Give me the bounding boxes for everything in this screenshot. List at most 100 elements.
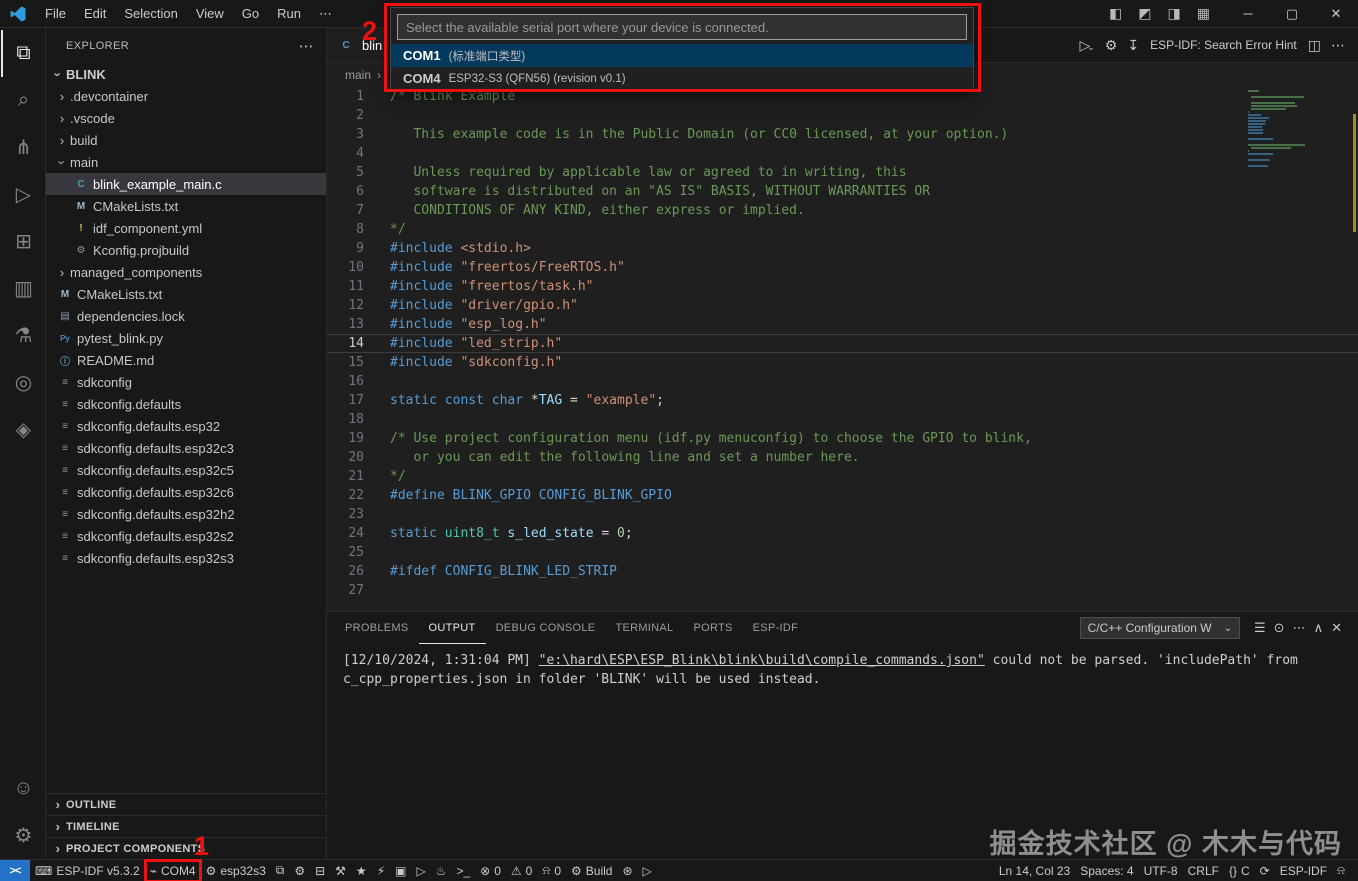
code-line[interactable]: 25 [327, 543, 1358, 562]
code-line[interactable]: 5 Unless required by applicable law or a… [327, 163, 1358, 182]
sidebar-section-outline[interactable]: ›OUTLINE [46, 793, 326, 815]
split-editor-icon[interactable]: ◫ [1303, 37, 1326, 54]
tree-folder-vscode[interactable]: ›.vscode [46, 107, 326, 129]
bell-count[interactable]: ⍾0 [537, 860, 566, 881]
indentation[interactable]: Spaces: 4 [1075, 860, 1138, 881]
warnings-count[interactable]: ⚠0 [506, 860, 537, 881]
flash-device[interactable]: ⚡ [372, 860, 390, 881]
tree-file-sdkconfig-defaults[interactable]: ≡sdkconfig.defaults [46, 393, 326, 415]
panel-tab-output[interactable]: OUTPUT [419, 612, 486, 644]
espressif-tools-icon[interactable]: ◈ [1, 406, 45, 453]
code-line[interactable]: 9#include <stdio.h> [327, 239, 1358, 258]
search-error-hint-button[interactable]: ESP-IDF: Search Error Hint [1144, 38, 1303, 52]
tree-file-sdkconfig-defaults-esp32c5[interactable]: ≡sdkconfig.defaults.esp32c5 [46, 459, 326, 481]
espidf-version[interactable]: ⌨ESP-IDF v5.3.2 [30, 860, 145, 881]
menu-view[interactable]: View [187, 3, 233, 25]
tree-file-sdkconfig-defaults-esp32s3[interactable]: ≡sdkconfig.defaults.esp32s3 [46, 547, 326, 569]
code-line[interactable]: 27 [327, 581, 1358, 600]
espidf-extension[interactable]: ESP-IDF [1275, 860, 1332, 881]
workspace-folder[interactable]: ⧉ [271, 860, 290, 881]
close-panel-icon[interactable]: ✕ [1327, 620, 1346, 635]
code-line[interactable]: 22#define BLINK_GPIO CONFIG_BLINK_GPIO [327, 486, 1358, 505]
maximize-icon[interactable]: ▢ [1270, 0, 1314, 28]
menu-file[interactable]: File [36, 3, 75, 25]
output-channel-select[interactable]: C/C++ Configuration W ⌄ [1080, 617, 1240, 639]
extensions-icon[interactable]: ⊞ [1, 218, 45, 265]
sidebar-section-project-components[interactable]: ›PROJECT COMPONENTS [46, 837, 326, 859]
panel-tab-esp-idf[interactable]: ESP-IDF [743, 612, 809, 644]
output-file-link[interactable]: "e:\hard\ESP\ESP_Blink\blink\build\compi… [539, 653, 985, 668]
minimap[interactable] [1248, 90, 1336, 171]
custom-task[interactable]: ★ [351, 860, 372, 881]
quick-pick-input[interactable]: Select the available serial port where y… [397, 14, 967, 40]
monitor-device[interactable]: ▣ [390, 860, 411, 881]
toggle-panel-icon[interactable]: ◩ [1130, 5, 1159, 22]
flash-download-icon[interactable]: ↧ [1122, 37, 1144, 54]
build-flash-monitor[interactable]: ♨ [431, 860, 452, 881]
device-target[interactable]: ⚙esp32s3 [201, 860, 271, 881]
tree-file-sdkconfig-defaults-esp32[interactable]: ≡sdkconfig.defaults.esp32 [46, 415, 326, 437]
encoding[interactable]: UTF-8 [1139, 860, 1183, 881]
open-terminal[interactable]: >_ [451, 860, 475, 881]
panel-tab-terminal[interactable]: TERMINAL [605, 612, 683, 644]
code-line[interactable]: 8*/ [327, 220, 1358, 239]
code-line[interactable]: 3 This example code is in the Public Dom… [327, 125, 1358, 144]
sidebar-section-timeline[interactable]: ›TIMELINE [46, 815, 326, 837]
build-task[interactable]: ⚙Build [566, 860, 617, 881]
workspace-section-header[interactable]: › BLINK [46, 63, 326, 85]
menu-edit[interactable]: Edit [75, 3, 115, 25]
full-clean[interactable]: ⊟ [310, 860, 330, 881]
minimize-icon[interactable]: ─ [1226, 0, 1270, 28]
toggle-secondary-sidebar-icon[interactable]: ◨ [1160, 5, 1189, 22]
remote-explorer-icon[interactable]: ▥ [1, 265, 45, 312]
code-line[interactable]: 26#ifdef CONFIG_BLINK_LED_STRIP [327, 562, 1358, 581]
tree-file-sdkconfig[interactable]: ≡sdkconfig [46, 371, 326, 393]
tree-file-sdkconfig-defaults-esp32h2[interactable]: ≡sdkconfig.defaults.esp32h2 [46, 503, 326, 525]
tree-file-pytest-blink-py[interactable]: Pypytest_blink.py [46, 327, 326, 349]
menu-more[interactable]: ⋯ [310, 3, 341, 25]
code-line[interactable]: 23 [327, 505, 1358, 524]
panel-tab-debug-console[interactable]: DEBUG CONSOLE [486, 612, 606, 644]
tree-file-cmakelists-txt[interactable]: MCMakeLists.txt [46, 195, 326, 217]
code-line[interactable]: 11#include "freertos/task.h" [327, 277, 1358, 296]
tree-file-readme-md[interactable]: ⓘREADME.md [46, 349, 326, 371]
menu-selection[interactable]: Selection [115, 3, 186, 25]
code-line[interactable]: 7 CONDITIONS OF ANY KIND, either express… [327, 201, 1358, 220]
tree-file-cmakelists-txt[interactable]: MCMakeLists.txt [46, 283, 326, 305]
more-actions-icon[interactable]: ⋯ [1289, 620, 1310, 635]
search-icon[interactable]: ⌕ [1, 77, 45, 124]
accounts-icon[interactable]: ☺ [1, 765, 45, 812]
code-line[interactable]: 6 software is distributed on an "AS IS" … [327, 182, 1358, 201]
tree-folder-devcontainer[interactable]: ›.devcontainer [46, 85, 326, 107]
quick-pick-item-com1[interactable]: COM1(标准端口类型) [391, 44, 973, 67]
close-icon[interactable]: ✕ [1314, 0, 1358, 28]
run-or-debug-button[interactable]: ▷⌄ [1074, 37, 1099, 54]
code-line[interactable]: 19/* Use project configuration menu (idf… [327, 429, 1358, 448]
sync-status[interactable]: ⟳ [1255, 860, 1275, 881]
code-line[interactable]: 17static const char *TAG = "example"; [327, 391, 1358, 410]
settings-icon[interactable]: ⚙ [1, 812, 45, 859]
code-editor[interactable]: 1/* Blink Example23 This example code is… [327, 87, 1358, 611]
tree-file-idf-component-yml[interactable]: !idf_component.yml [46, 217, 326, 239]
espressif-explorer-icon[interactable]: ◎ [1, 359, 45, 406]
toggle-primary-sidebar-icon[interactable]: ◧ [1101, 5, 1130, 22]
idf-settings-gear-icon[interactable]: ⚙ [1100, 37, 1123, 54]
maximize-panel-icon[interactable]: ∧ [1310, 620, 1328, 635]
serial-port[interactable]: ⌁COM4 [145, 860, 201, 881]
testing-icon[interactable]: ⚗ [1, 312, 45, 359]
code-line[interactable]: 21*/ [327, 467, 1358, 486]
quick-pick-item-com4[interactable]: COM4ESP32-S3 (QFN56) (revision v0.1) [391, 67, 973, 90]
remote-indicator[interactable]: >< [0, 860, 30, 881]
cursor-position[interactable]: Ln 14, Col 23 [994, 860, 1075, 881]
source-control-icon[interactable]: ⋔ [1, 124, 45, 171]
code-line[interactable]: 10#include "freertos/FreeRTOS.h" [327, 258, 1358, 277]
more-actions-icon[interactable]: ⋯ [1326, 37, 1350, 54]
code-line[interactable]: 24static uint8_t s_led_state = 0; [327, 524, 1358, 543]
spinner[interactable]: ⊛ [617, 860, 637, 881]
panel-tab-problems[interactable]: PROBLEMS [335, 612, 419, 644]
run-play[interactable]: ▷ [638, 860, 657, 881]
tree-folder-main[interactable]: ›main [46, 151, 326, 173]
debug[interactable]: ▷ [411, 860, 430, 881]
language-mode[interactable]: {}C [1224, 860, 1255, 881]
run-and-debug-icon[interactable]: ▷ [1, 171, 45, 218]
